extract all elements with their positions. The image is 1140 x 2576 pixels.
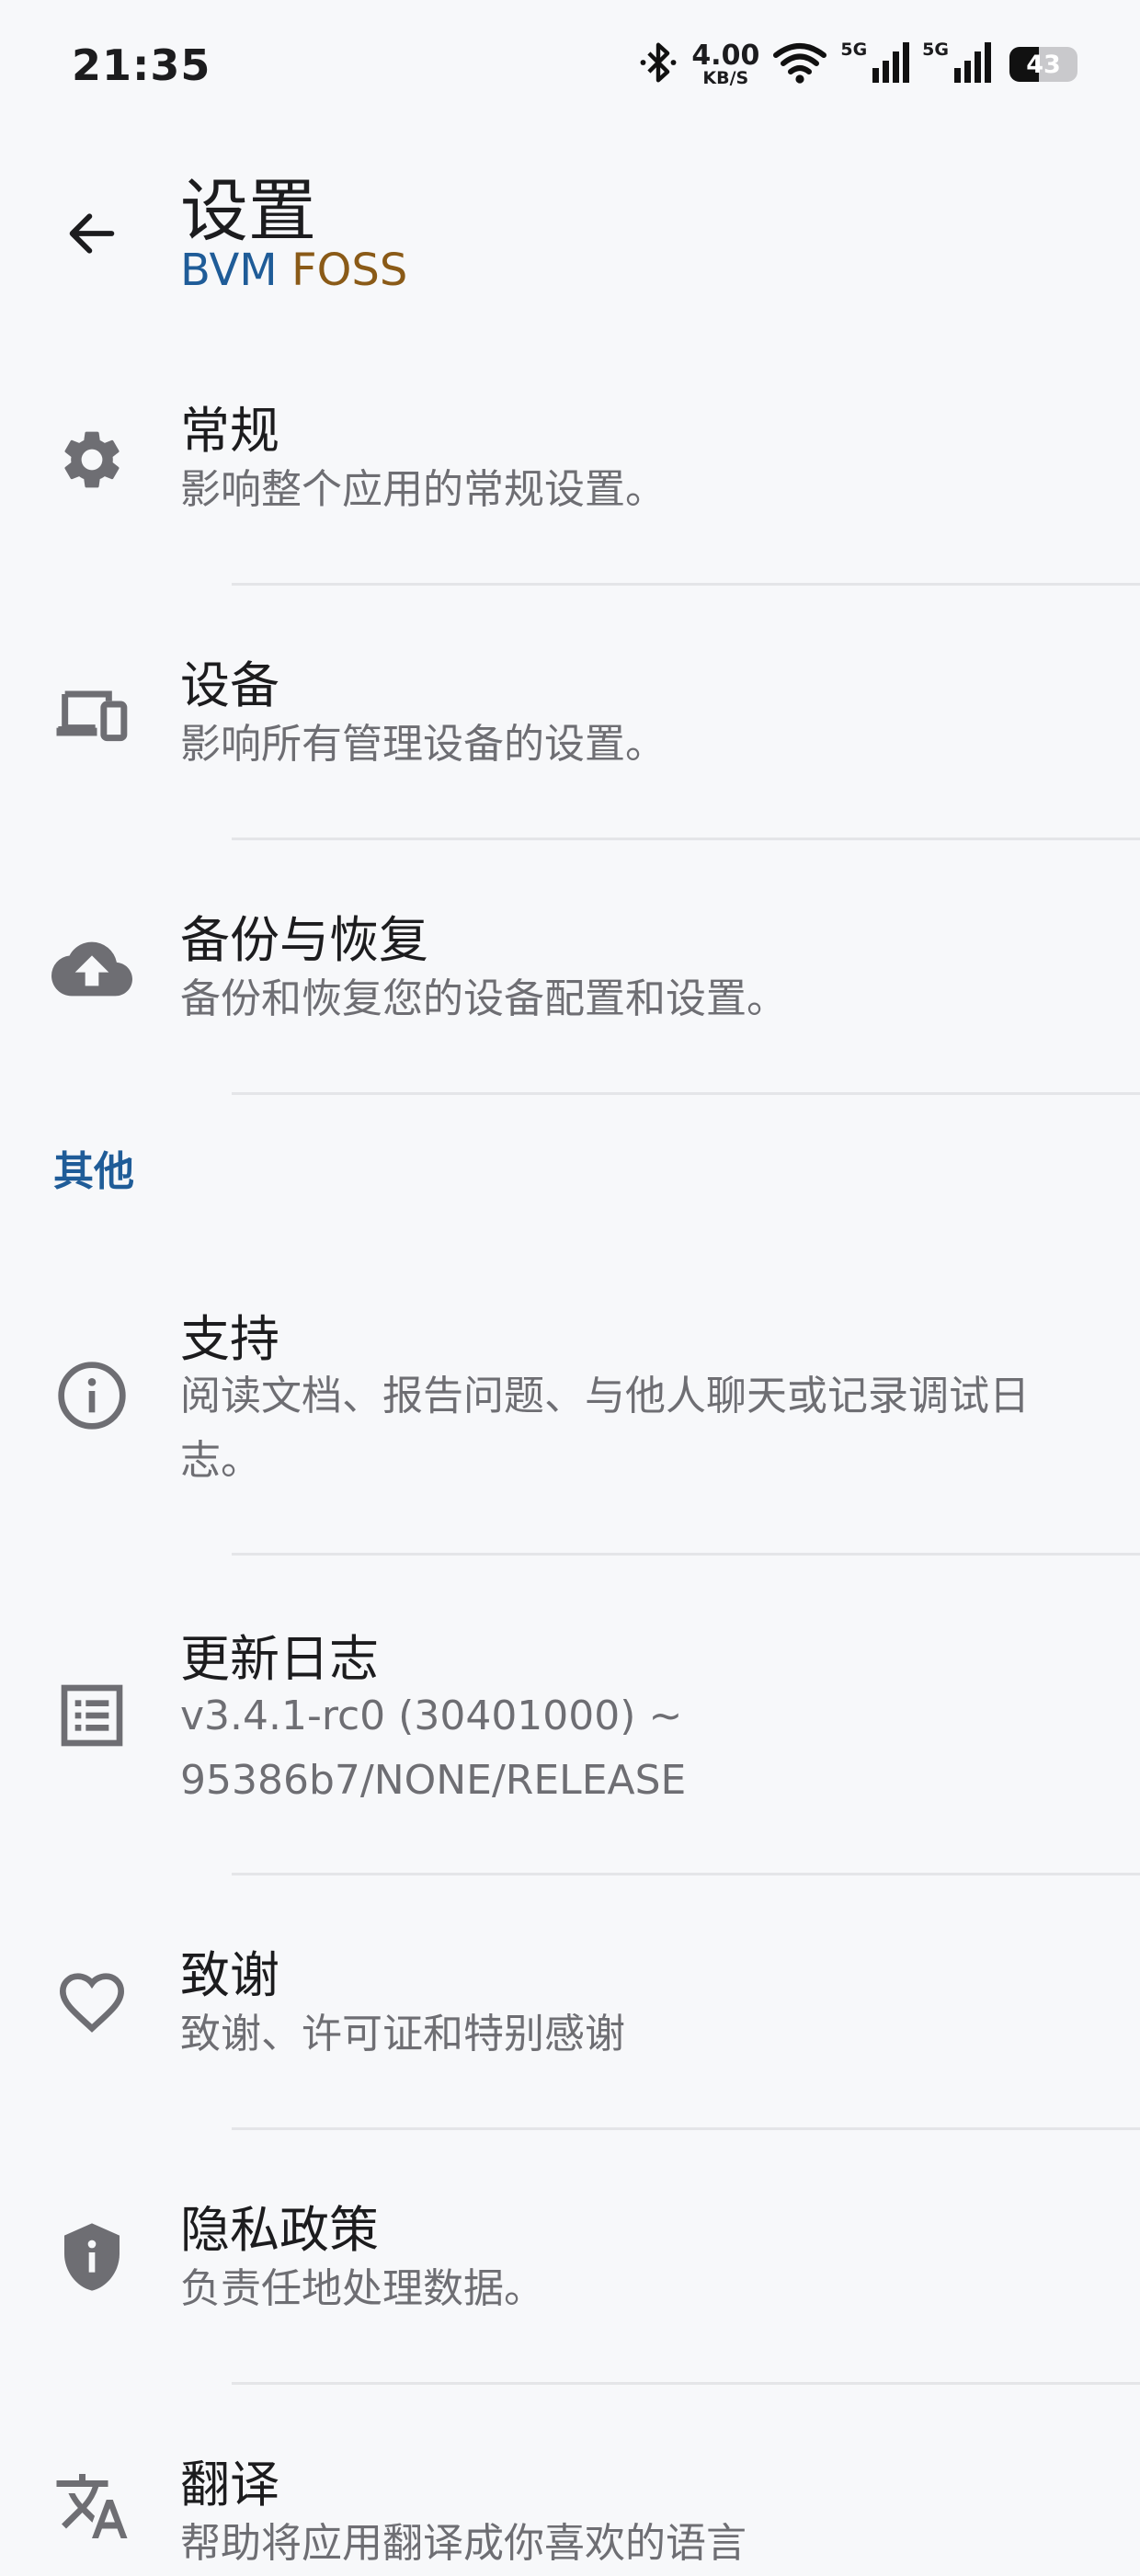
divider	[232, 1873, 1140, 1875]
translate-icon	[48, 2462, 136, 2550]
signal-sim2-icon	[954, 40, 991, 88]
divider	[232, 2382, 1140, 2385]
heart-icon	[48, 1958, 136, 2046]
cloud-upload-icon	[48, 925, 136, 1013]
list-icon	[48, 1671, 136, 1760]
settings-item-acknowledgements[interactable]: 致谢 致谢、许可证和特别感谢	[0, 1894, 1140, 2133]
settings-item-devices[interactable]: 设备 影响所有管理设备的设置。	[0, 604, 1140, 843]
shield-icon	[48, 2213, 136, 2301]
back-button[interactable]	[48, 189, 136, 278]
page-title: 设置	[180, 172, 316, 251]
battery-percent: 43	[1026, 50, 1061, 79]
devices-icon	[48, 670, 136, 758]
settings-item-changelog[interactable]: 更新日志 v3.4.1-rc0 (30401000) ~ 95386b7/NON…	[0, 1574, 1140, 1877]
item-description: 影响所有管理设备的设置。	[180, 721, 666, 768]
item-description: 负责任地处理数据。	[180, 2265, 544, 2312]
section-header-other: 其他	[53, 1148, 134, 1195]
settings-item-general[interactable]: 常规 影响整个应用的常规设置。	[0, 349, 1140, 588]
settings-item-support[interactable]: 支持 阅读文档、报告问题、与他人聊天或记录调试日志。	[0, 1254, 1140, 1557]
item-title: 常规	[180, 402, 279, 460]
arrow-back-icon	[69, 213, 115, 254]
item-title: 支持	[180, 1310, 279, 1368]
app-bar: 设置 BVM FOSS	[0, 147, 1140, 313]
signal-sim1-icon	[872, 40, 910, 88]
item-description: 帮助将应用翻译成你喜欢的语言	[180, 2520, 747, 2567]
settings-item-backup-restore[interactable]: 备份与恢复 备份和恢复您的设备配置和设置。	[0, 859, 1140, 1098]
item-description: 致谢、许可证和特别感谢	[180, 2011, 625, 2057]
divider	[232, 838, 1140, 840]
bluetooth-icon	[638, 40, 678, 88]
item-description: 阅读文档、报告问题、与他人聊天或记录调试日志。	[180, 1373, 1030, 1484]
item-title: 备份与恢复	[180, 911, 428, 969]
wifi-icon	[772, 40, 827, 88]
item-title: 隐私政策	[180, 2201, 379, 2259]
subtitle-bvm: BVM	[180, 245, 278, 296]
divider	[232, 583, 1140, 586]
info-icon	[48, 1351, 136, 1440]
sim1-network-type: 5G	[840, 40, 868, 60]
network-speed: 4.00 KB/S	[691, 39, 760, 88]
item-title: 致谢	[180, 1946, 279, 2004]
divider	[232, 1092, 1140, 1095]
status-bar: 21:35 4.00 KB/S 5G 5G 43	[0, 0, 1140, 136]
settings-item-privacy-policy[interactable]: 隐私政策 负责任地处理数据。	[0, 2149, 1140, 2388]
item-description: 影响整个应用的常规设置。	[180, 466, 666, 513]
gear-icon	[48, 416, 136, 504]
subtitle-foss: FOSS	[291, 245, 408, 296]
item-description: 备份和恢复您的设备配置和设置。	[180, 975, 787, 1022]
divider	[232, 1553, 1140, 1556]
page-subtitle: BVM FOSS	[180, 245, 407, 296]
item-title: 更新日志	[180, 1630, 379, 1688]
divider	[232, 2127, 1140, 2130]
item-title: 翻译	[180, 2456, 279, 2513]
item-title: 设备	[180, 656, 279, 714]
status-time: 21:35	[72, 40, 211, 90]
battery-icon: 43	[1009, 47, 1077, 82]
item-description: v3.4.1-rc0 (30401000) ~ 95386b7/NONE/REL…	[180, 1693, 687, 1804]
settings-item-translation[interactable]: 翻译 帮助将应用翻译成你喜欢的语言	[0, 2403, 1140, 2567]
status-icons: 4.00 KB/S 5G 5G 43	[638, 37, 1077, 92]
sim2-network-type: 5G	[922, 40, 949, 60]
